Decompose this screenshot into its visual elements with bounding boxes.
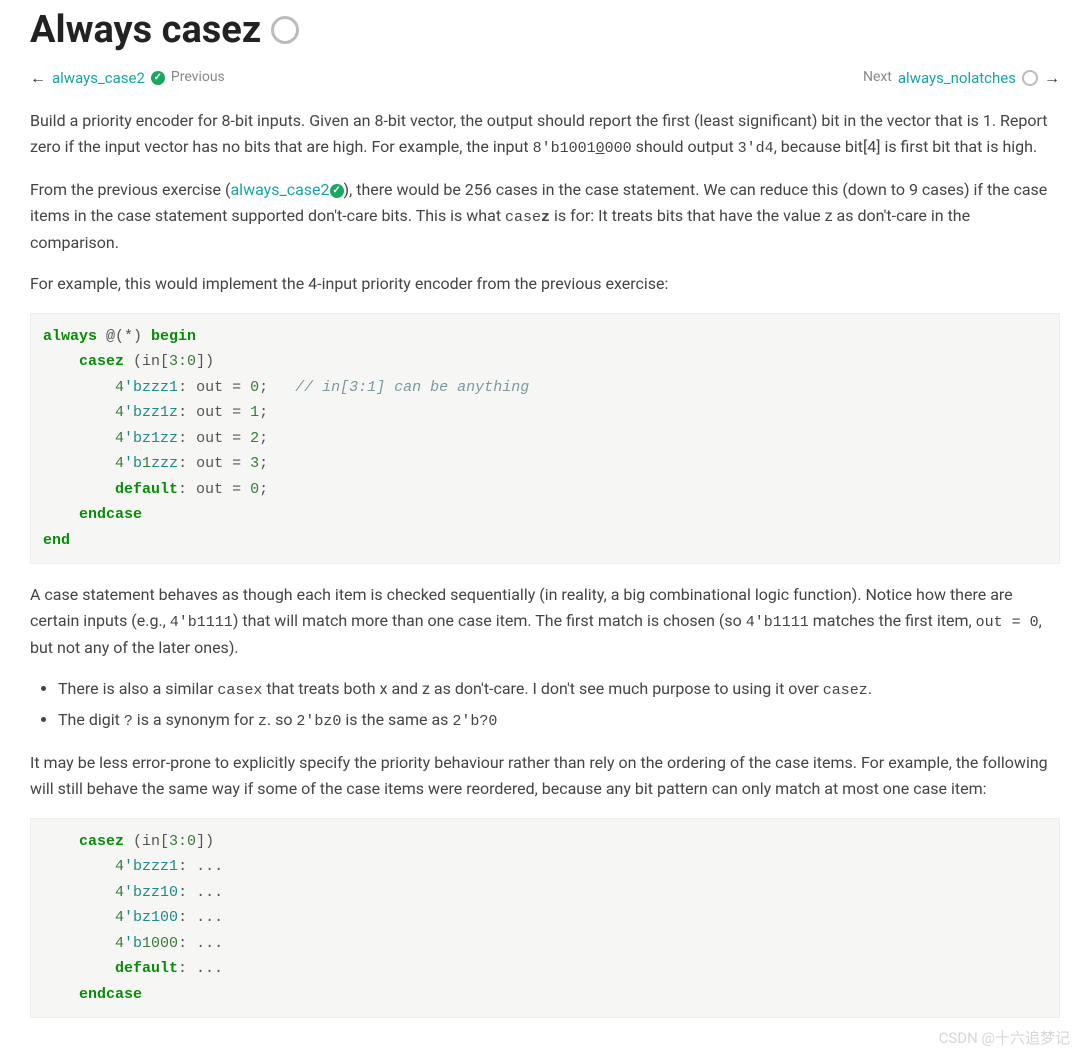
code-literal: 2'bz0 [296,713,341,730]
intro-paragraph-1: Build a priority encoder for 8-bit input… [30,108,1060,161]
explain-paragraph: A case statement behaves as though each … [30,582,1060,660]
code-literal: casex [217,682,262,699]
code-literal: z [258,713,267,730]
prev-link[interactable]: always_case2 [52,66,145,90]
text: From the previous exercise ( [30,180,230,199]
text: The digit [58,710,124,729]
text: . so [267,710,297,729]
text: that treats both x and z as don't-care. … [262,679,822,698]
arrow-right-icon[interactable]: → [1044,65,1060,91]
check-icon: ✓ [151,71,165,85]
prev-label: Previous [171,66,225,88]
text: There is also a similar [58,679,217,698]
intro-paragraph-3: For example, this would implement the 4-… [30,271,1060,297]
code-literal: 4'b1111 [746,614,809,631]
watermark: CSDN @十六追梦记 [939,1026,1070,1050]
code-literal: 8'b10010000 [533,140,632,157]
code-block-2: casez (in[3:0]) 4'bzzz1: ... 4'bzz10: ..… [30,818,1060,1019]
text: is the same as [341,710,452,729]
next-label: Next [863,66,892,88]
page-title: Always casez [30,0,1060,61]
text: matches the first item, [809,611,976,630]
status-empty-icon [271,16,299,44]
text: ) that will match more than one case ite… [233,611,746,630]
status-empty-icon [1022,70,1038,86]
code-literal: out = 0 [976,614,1039,631]
nav-prev-group: ← always_case2 ✓ Previous [30,65,225,91]
intro-paragraph-2: From the previous exercise (always_case2… [30,177,1060,255]
notes-list: There is also a similar casex that treat… [30,676,1060,734]
code-literal: casez [505,209,550,226]
code-literal: 4'b1111 [170,614,233,631]
code-literal: 3'd4 [738,140,774,157]
code-literal: ? [124,713,133,730]
check-icon: ✓ [330,184,344,198]
priority-paragraph: It may be less error-prone to explicitly… [30,750,1060,801]
text: , because bit[4] is first bit that is hi… [774,137,1037,156]
inline-link-always-case2[interactable]: always_case2 [230,180,329,199]
code-block-1: always @(*) begin casez (in[3:0]) 4'bzzz… [30,313,1060,565]
text: should output [632,137,738,156]
list-item: The digit ? is a synonym for z. so 2'bz0… [58,707,1060,734]
text: . [868,679,872,698]
nav-next-group: Next always_nolatches → [863,65,1060,91]
nav-row: ← always_case2 ✓ Previous Next always_nol… [30,65,1060,91]
arrow-left-icon[interactable]: ← [30,65,46,91]
code-literal: 2'b?0 [452,713,497,730]
text: is a synonym for [133,710,258,729]
next-link[interactable]: always_nolatches [898,66,1016,90]
title-text: Always casez [30,0,261,61]
code-literal: casez [823,682,868,699]
list-item: There is also a similar casex that treat… [58,676,1060,703]
